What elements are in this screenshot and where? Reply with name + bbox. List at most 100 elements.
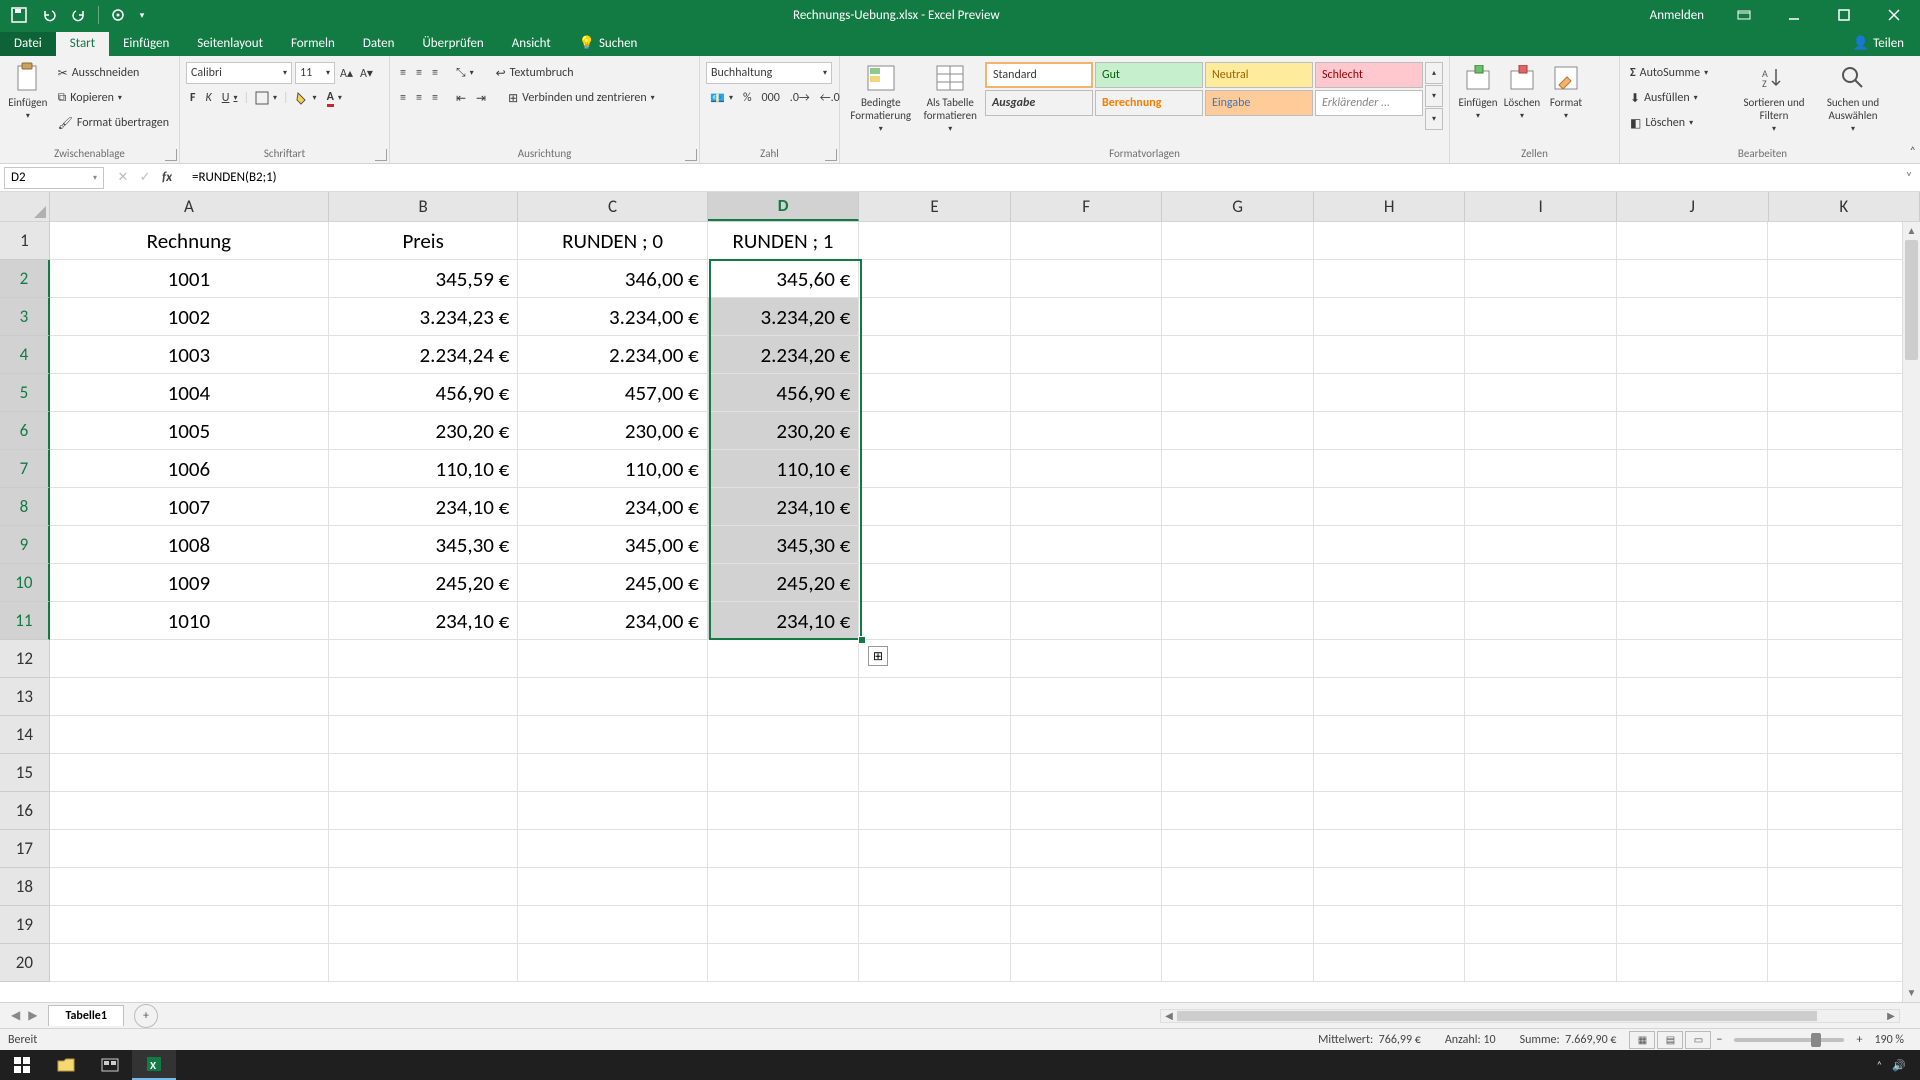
row-header[interactable]: 2 <box>0 260 50 298</box>
cell-K15[interactable] <box>1768 754 1920 792</box>
cell-K19[interactable] <box>1768 906 1920 944</box>
style-eingabe[interactable]: Eingabe <box>1205 90 1313 116</box>
cancel-formula-icon[interactable]: ✕ <box>114 170 132 185</box>
cell-J16[interactable] <box>1617 792 1769 830</box>
cell-F17[interactable] <box>1011 830 1163 868</box>
ribbon-display-icon[interactable] <box>1722 0 1766 30</box>
tab-seitenlayout[interactable]: Seitenlayout <box>183 32 277 56</box>
align-center-icon[interactable]: ≡ <box>412 87 426 109</box>
cell-C17[interactable] <box>518 830 707 868</box>
cell-J8[interactable] <box>1617 488 1769 526</box>
cell-G2[interactable] <box>1162 260 1314 298</box>
cell-J20[interactable] <box>1617 944 1769 982</box>
styles-scroll-up-icon[interactable]: ▴ <box>1425 62 1443 84</box>
cell-D2[interactable]: 345,60 € <box>708 260 860 298</box>
cell-K8[interactable] <box>1768 488 1920 526</box>
cell-I4[interactable] <box>1465 336 1617 374</box>
find-select-button[interactable]: Suchen und Auswählen▾ <box>1812 58 1894 134</box>
start-menu-icon[interactable] <box>0 1050 44 1080</box>
font-color-button[interactable]: A▾ <box>323 87 346 109</box>
cell-I5[interactable] <box>1465 374 1617 412</box>
cell-F9[interactable] <box>1011 526 1163 564</box>
style-gut[interactable]: Gut <box>1095 62 1203 88</box>
maximize-icon[interactable] <box>1822 0 1866 30</box>
row-header[interactable]: 12 <box>0 640 50 678</box>
tab-suchen[interactable]: 💡Suchen <box>565 32 652 56</box>
format-as-table-button[interactable]: Als Tabelle formatieren▾ <box>916 58 986 134</box>
column-header-K[interactable]: K <box>1769 192 1920 221</box>
row-header[interactable]: 19 <box>0 906 50 944</box>
sheet-nav-next-icon[interactable]: ▶ <box>25 1008 40 1023</box>
row-header[interactable]: 5 <box>0 374 50 412</box>
align-top-icon[interactable]: ≡ <box>396 62 410 84</box>
cell-I2[interactable] <box>1465 260 1617 298</box>
border-button[interactable]: ▾ <box>251 87 281 109</box>
cell-B2[interactable]: 345,59 € <box>329 260 518 298</box>
font-name-select[interactable]: Calibri▾ <box>186 62 292 84</box>
cell-H7[interactable] <box>1314 450 1466 488</box>
cell-I11[interactable] <box>1465 602 1617 640</box>
cell-D20[interactable] <box>708 944 860 982</box>
cell-B6[interactable]: 230,20 € <box>329 412 518 450</box>
bold-button[interactable]: F <box>186 87 200 109</box>
scrollbar-thumb[interactable] <box>1905 240 1918 360</box>
column-header-D[interactable]: D <box>708 192 860 221</box>
column-header-J[interactable]: J <box>1617 192 1769 221</box>
column-header-A[interactable]: A <box>50 192 329 221</box>
format-cells-button[interactable]: Format▾ <box>1544 58 1588 121</box>
cell-A8[interactable]: 1007 <box>50 488 329 526</box>
cell-I3[interactable] <box>1465 298 1617 336</box>
undo-icon[interactable] <box>36 2 62 28</box>
row-header[interactable]: 11 <box>0 602 50 640</box>
decrease-font-icon[interactable]: A▾ <box>358 62 375 84</box>
cell-A13[interactable] <box>50 678 329 716</box>
cell-G19[interactable] <box>1162 906 1314 944</box>
row-header[interactable]: 10 <box>0 564 50 602</box>
decrease-indent-icon[interactable]: ⇤ <box>452 87 470 109</box>
cell-E9[interactable] <box>859 526 1011 564</box>
delete-cells-button[interactable]: Löschen▾ <box>1500 58 1544 121</box>
cell-G13[interactable] <box>1162 678 1314 716</box>
cell-J15[interactable] <box>1617 754 1769 792</box>
row-header[interactable]: 1 <box>0 222 50 260</box>
cell-K2[interactable] <box>1768 260 1920 298</box>
cell-I15[interactable] <box>1465 754 1617 792</box>
cell-H6[interactable] <box>1314 412 1466 450</box>
orientation-icon[interactable]: ⤡▾ <box>452 62 478 84</box>
cell-C4[interactable]: 2.234,00 € <box>518 336 707 374</box>
cell-I17[interactable] <box>1465 830 1617 868</box>
cell-K1[interactable] <box>1768 222 1920 260</box>
cell-J10[interactable] <box>1617 564 1769 602</box>
cell-I20[interactable] <box>1465 944 1617 982</box>
fx-icon[interactable]: fx <box>158 170 176 185</box>
cell-A12[interactable] <box>50 640 329 678</box>
cell-C20[interactable] <box>518 944 707 982</box>
insert-cells-button[interactable]: Einfügen▾ <box>1456 58 1500 121</box>
cell-A14[interactable] <box>50 716 329 754</box>
cell-H13[interactable] <box>1314 678 1466 716</box>
cell-J2[interactable] <box>1617 260 1769 298</box>
cell-D3[interactable]: 3.234,20 € <box>708 298 860 336</box>
cell-I19[interactable] <box>1465 906 1617 944</box>
autosum-button[interactable]: ΣAutoSumme▾ <box>1626 62 1736 84</box>
cell-H1[interactable] <box>1314 222 1466 260</box>
cell-I12[interactable] <box>1465 640 1617 678</box>
cell-B1[interactable]: Preis <box>329 222 518 260</box>
clear-button[interactable]: ◧Löschen▾ <box>1626 112 1736 134</box>
cell-G16[interactable] <box>1162 792 1314 830</box>
cell-F10[interactable] <box>1011 564 1163 602</box>
cell-G11[interactable] <box>1162 602 1314 640</box>
cell-B18[interactable] <box>329 868 518 906</box>
fill-color-button[interactable]: ▾ <box>291 87 321 109</box>
view-page-layout-icon[interactable]: ▤ <box>1657 1031 1683 1049</box>
expand-fbar-icon[interactable]: ˅ <box>1902 170 1920 185</box>
cell-I1[interactable] <box>1465 222 1617 260</box>
cell-F14[interactable] <box>1011 716 1163 754</box>
row-header[interactable]: 15 <box>0 754 50 792</box>
cell-G14[interactable] <box>1162 716 1314 754</box>
cell-K16[interactable] <box>1768 792 1920 830</box>
cell-J3[interactable] <box>1617 298 1769 336</box>
cell-A6[interactable]: 1005 <box>50 412 329 450</box>
cell-G5[interactable] <box>1162 374 1314 412</box>
clipboard-launcher[interactable] <box>165 149 177 161</box>
